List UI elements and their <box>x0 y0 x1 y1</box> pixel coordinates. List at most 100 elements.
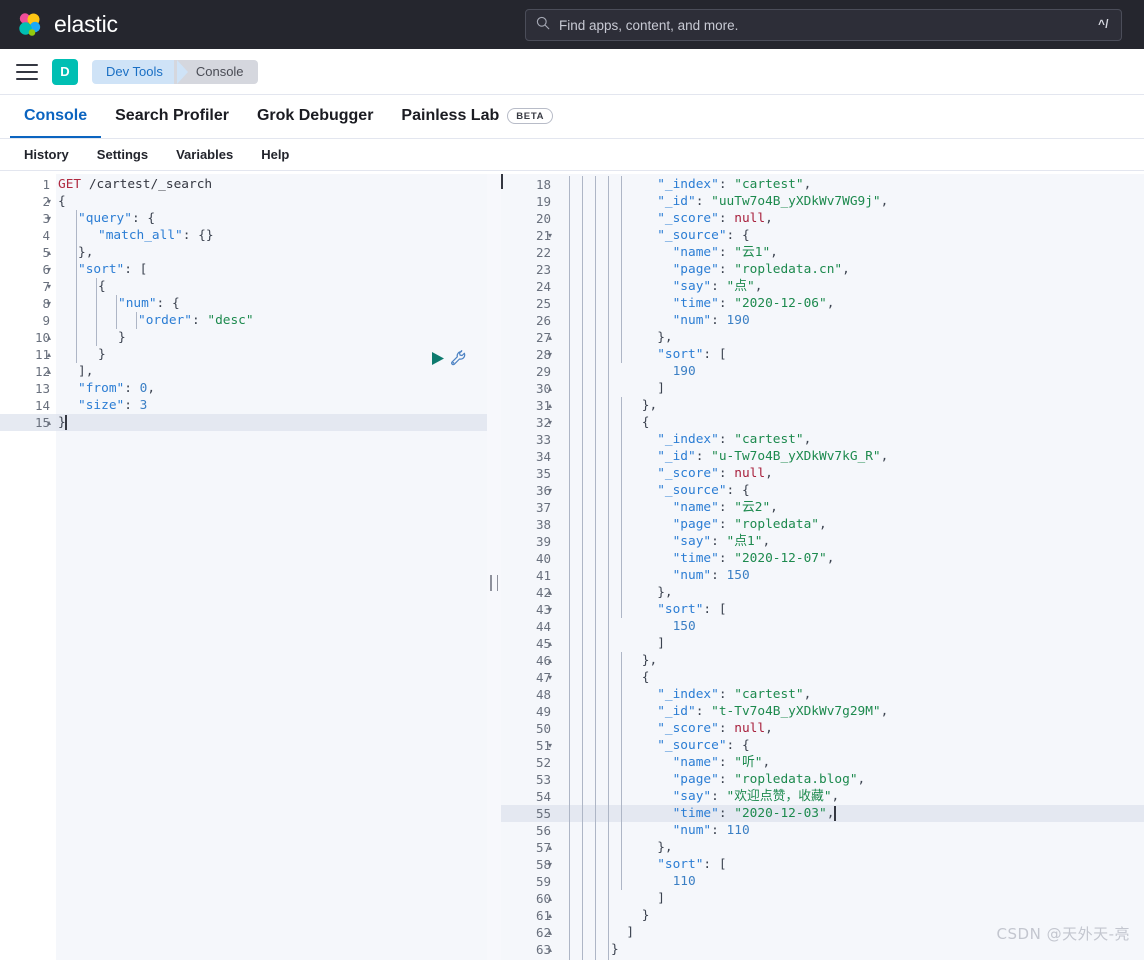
code-line[interactable]: { <box>642 669 650 686</box>
code-line[interactable]: ] <box>626 924 634 941</box>
fold-toggle-icon[interactable]: ▴ <box>44 363 54 380</box>
fold-toggle-icon[interactable]: ▴ <box>545 839 555 856</box>
code-line[interactable]: "query": { <box>78 210 155 227</box>
code-line[interactable]: "order": "desc" <box>138 312 254 329</box>
fold-toggle-icon[interactable]: ▾ <box>44 193 54 210</box>
fold-toggle-icon[interactable]: ▴ <box>44 346 54 363</box>
code-line[interactable]: }, <box>642 652 657 669</box>
code-line[interactable]: "num": 150 <box>673 567 750 584</box>
fold-toggle-icon[interactable]: ▴ <box>44 244 54 261</box>
fold-toggle-icon[interactable]: ▴ <box>44 414 54 431</box>
fold-toggle-icon[interactable]: ▾ <box>545 346 555 363</box>
code-line[interactable]: "time": "2020-12-03", <box>673 805 835 822</box>
resize-grip-icon[interactable] <box>490 575 498 591</box>
code-line[interactable]: "_score": null, <box>657 465 773 482</box>
code-line[interactable]: "sort": [ <box>657 346 726 363</box>
code-line[interactable]: ] <box>657 380 665 397</box>
code-line[interactable]: GET /cartest/_search <box>58 176 212 193</box>
code-line[interactable]: } <box>98 346 106 363</box>
code-line[interactable]: } <box>118 329 126 346</box>
response-pane[interactable]: 18 "_index": "cartest", 19 "_id": "uuTw7o4B… <box>501 174 1144 960</box>
code-line[interactable]: }, <box>78 244 93 261</box>
fold-toggle-icon[interactable]: ▴ <box>545 890 555 907</box>
code-line[interactable]: "_source": { <box>657 737 749 754</box>
code-line[interactable]: "time": "2020-12-06", <box>673 295 835 312</box>
code-line[interactable]: } <box>642 907 650 924</box>
code-line[interactable]: "sort": [ <box>657 856 726 873</box>
fold-toggle-icon[interactable]: ▴ <box>44 329 54 346</box>
code-line[interactable]: "sort": [ <box>657 601 726 618</box>
code-line[interactable]: "sort": [ <box>78 261 147 278</box>
code-line[interactable]: "_id": "uuTw7o4B_yXDkWv7WG9j", <box>657 193 888 210</box>
code-line[interactable]: 110 <box>673 873 696 890</box>
fold-toggle-icon[interactable]: ▴ <box>545 397 555 414</box>
fold-toggle-icon[interactable]: ▴ <box>545 329 555 346</box>
code-line[interactable]: "_id": "t-Tv7o4B_yXDkWv7g29M", <box>657 703 888 720</box>
request-editor-pane[interactable]: 1 GET /cartest/_search 2 ▾{3 ▾ "query": {4 "ma… <box>0 174 487 960</box>
code-line[interactable]: "size": 3 <box>78 397 147 414</box>
fold-toggle-icon[interactable]: ▾ <box>545 856 555 873</box>
code-line[interactable]: "say": "点", <box>673 278 763 295</box>
code-line[interactable]: "_source": { <box>657 227 749 244</box>
fold-toggle-icon[interactable]: ▾ <box>545 227 555 244</box>
request-code[interactable]: 1 GET /cartest/_search 2 ▾{3 ▾ "query": {4 "ma… <box>0 174 487 960</box>
code-line[interactable]: "num": { <box>118 295 180 312</box>
fold-toggle-icon[interactable]: ▴ <box>545 907 555 924</box>
code-line[interactable]: "_index": "cartest", <box>657 431 811 448</box>
code-line[interactable]: "page": "ropledata", <box>673 516 827 533</box>
tab-grok-debugger[interactable]: Grok Debugger <box>243 95 387 138</box>
fold-toggle-icon[interactable]: ▾ <box>44 261 54 278</box>
code-line[interactable]: ] <box>657 635 665 652</box>
code-line[interactable]: } <box>611 941 619 958</box>
tab-search-profiler[interactable]: Search Profiler <box>101 95 243 138</box>
code-line[interactable]: "page": "ropledata.cn", <box>673 261 850 278</box>
code-line[interactable]: "say": "欢迎点赞，收藏", <box>673 788 840 805</box>
code-line[interactable]: }, <box>657 839 672 856</box>
fold-toggle-icon[interactable]: ▾ <box>545 601 555 618</box>
fold-toggle-icon[interactable]: ▾ <box>545 414 555 431</box>
code-line[interactable]: "_score": null, <box>657 210 773 227</box>
play-run-icon[interactable] <box>431 351 445 366</box>
code-line[interactable]: "_id": "u-Tw7o4B_yXDkWv7kG_R", <box>657 448 888 465</box>
fold-toggle-icon[interactable]: ▴ <box>545 924 555 941</box>
fold-toggle-icon[interactable]: ▾ <box>44 210 54 227</box>
fold-toggle-icon[interactable]: ▴ <box>545 380 555 397</box>
fold-toggle-icon[interactable]: ▴ <box>545 584 555 601</box>
code-line[interactable]: "name": "云1", <box>673 244 778 261</box>
code-line[interactable]: { <box>642 414 650 431</box>
code-line[interactable]: "time": "2020-12-07", <box>673 550 835 567</box>
code-line[interactable]: }, <box>657 329 672 346</box>
code-line[interactable]: { <box>98 278 106 295</box>
fold-toggle-icon[interactable]: ▴ <box>545 941 555 958</box>
fold-toggle-icon[interactable]: ▾ <box>545 669 555 686</box>
submenu-item-variables[interactable]: Variables <box>162 147 247 162</box>
wrench-icon[interactable] <box>450 350 467 367</box>
code-line[interactable]: "page": "ropledata.blog", <box>673 771 866 788</box>
fold-toggle-icon[interactable]: ▾ <box>545 737 555 754</box>
code-line[interactable]: "_source": { <box>657 482 749 499</box>
code-line[interactable]: "from": 0, <box>78 380 155 397</box>
response-code[interactable]: 18 "_index": "cartest", 19 "_id": "uuTw7o4B… <box>501 174 1144 960</box>
global-search[interactable]: Find apps, content, and more. ^/ <box>525 9 1122 41</box>
code-line[interactable]: "match_all": {} <box>98 227 214 244</box>
submenu-item-help[interactable]: Help <box>247 147 303 162</box>
code-line[interactable]: "say": "点1", <box>673 533 771 550</box>
fold-toggle-icon[interactable]: ▾ <box>44 295 54 312</box>
pane-resize-handle[interactable] <box>487 174 501 960</box>
code-line[interactable]: "_score": null, <box>657 720 773 737</box>
code-line[interactable]: 150 <box>673 618 696 635</box>
code-line[interactable]: { <box>58 193 66 210</box>
space-avatar[interactable]: D <box>52 58 78 85</box>
fold-toggle-icon[interactable]: ▾ <box>545 482 555 499</box>
code-line[interactable]: "num": 190 <box>673 312 750 329</box>
tab-painless-lab[interactable]: Painless Lab BETA <box>387 95 567 138</box>
code-line[interactable]: "name": "云2", <box>673 499 778 516</box>
fold-toggle-icon[interactable]: ▾ <box>44 278 54 295</box>
tab-console[interactable]: Console <box>10 95 102 138</box>
submenu-item-history[interactable]: History <box>10 147 83 162</box>
fold-toggle-icon[interactable]: ▴ <box>545 635 555 652</box>
breadcrumb-item-dev-tools[interactable]: Dev Tools <box>92 59 188 84</box>
code-line[interactable]: "_index": "cartest", <box>657 686 811 703</box>
hamburger-menu-icon[interactable] <box>16 63 38 80</box>
fold-toggle-icon[interactable]: ▴ <box>545 652 555 669</box>
